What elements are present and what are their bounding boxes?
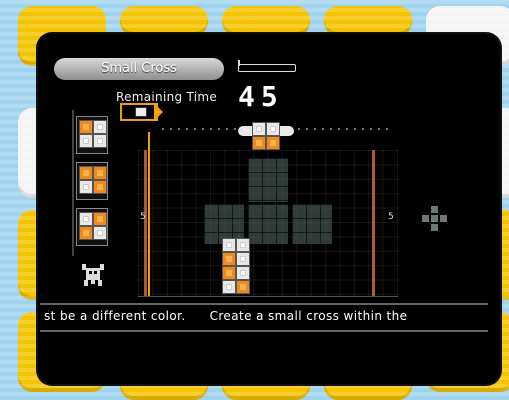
block-cell	[79, 166, 93, 180]
instruction-ticker: st be a different color. Create a small c…	[44, 309, 407, 323]
ticker-text-left: st be a different color.	[44, 309, 186, 323]
block-cell	[93, 120, 107, 134]
block-cell	[236, 252, 250, 266]
block-cell	[236, 238, 250, 252]
block-cell	[79, 212, 93, 226]
bg-tile	[120, 6, 208, 36]
block-cell	[222, 238, 236, 252]
block-cell	[93, 166, 107, 180]
block-cell	[222, 266, 236, 280]
block-cell	[222, 252, 236, 266]
remaining-time-label: Remaining Time	[116, 90, 218, 104]
block-cell	[236, 280, 250, 294]
left-boundary	[144, 150, 147, 296]
block-cell	[93, 180, 107, 194]
target-cross-right	[292, 204, 332, 244]
mini-cell	[431, 206, 438, 213]
block-cell	[79, 120, 93, 134]
progress-bar	[238, 64, 296, 72]
remaining-time-value: 45	[238, 80, 284, 113]
bg-tile	[222, 6, 310, 36]
block-cell	[79, 134, 93, 148]
block-cell	[222, 280, 236, 294]
right-boundary	[372, 150, 375, 296]
bg-tile	[324, 6, 412, 36]
mini-cell	[431, 224, 438, 231]
block-cell	[236, 266, 250, 280]
block-cell	[93, 212, 107, 226]
block-cell	[79, 226, 93, 240]
target-cross-top	[248, 158, 288, 202]
block-cell	[93, 226, 107, 240]
ticker-text-right: Create a small cross within the	[209, 309, 408, 323]
row-number-left: 5	[140, 212, 146, 222]
block-cell	[266, 136, 280, 150]
block-cell	[93, 134, 107, 148]
row-number-right: 5	[388, 212, 394, 222]
block-cell	[252, 122, 266, 136]
ticker-top-rule	[40, 303, 488, 305]
mode-title: Small Cross	[54, 58, 224, 80]
ticker-bottom-rule	[40, 330, 488, 332]
mascot-robot-icon	[82, 264, 104, 286]
mini-cell	[422, 215, 429, 222]
marker-arrow-icon	[154, 103, 163, 121]
block-cell	[252, 136, 266, 150]
target-cross-center	[248, 204, 288, 244]
block-cell	[79, 180, 93, 194]
mini-cell	[440, 215, 447, 222]
block-cell	[266, 122, 280, 136]
timeline-bar	[148, 132, 150, 296]
queue-rail	[72, 110, 74, 256]
mini-cell	[431, 215, 438, 222]
skin-marker-icon	[135, 107, 147, 117]
